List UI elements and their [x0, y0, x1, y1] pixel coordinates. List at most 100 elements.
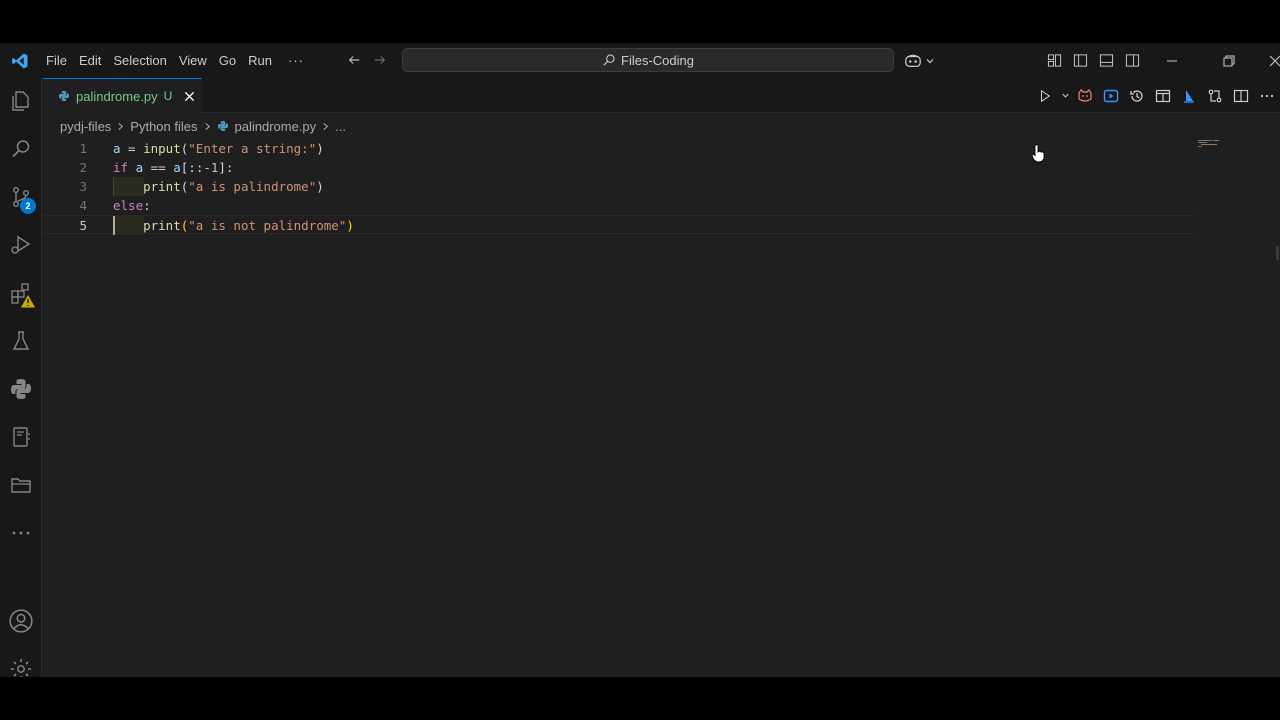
- code-line[interactable]: 1 a = input("Enter a string:"): [43, 139, 1193, 158]
- timeline-history-icon[interactable]: [1124, 83, 1150, 109]
- run-debug-icon[interactable]: [0, 222, 42, 268]
- source-control-badge: 2: [20, 198, 36, 214]
- code-line[interactable]: 2 if a == a[::-1]:: [43, 158, 1193, 177]
- open-changes-icon[interactable]: [1150, 83, 1176, 109]
- restore-icon[interactable]: [1206, 48, 1252, 74]
- breadcrumb-file[interactable]: palindrome.py: [217, 118, 317, 134]
- code-token: ): [316, 141, 324, 156]
- menu-edit[interactable]: Edit: [73, 43, 107, 78]
- more-actions-icon[interactable]: [1254, 83, 1280, 109]
- search-icon[interactable]: [0, 126, 42, 172]
- forward-arrow-icon[interactable]: [367, 47, 393, 73]
- live-preview-icon[interactable]: [1098, 83, 1124, 109]
- line-number: 2: [79, 160, 87, 175]
- text-cursor: [113, 216, 115, 235]
- run-python-file-icon[interactable]: [1032, 83, 1058, 109]
- mouse-pointer-icon: [1031, 143, 1047, 168]
- search-icon: [603, 54, 615, 66]
- toggle-primary-sidebar-icon[interactable]: [1067, 48, 1093, 74]
- code-token: =: [120, 141, 144, 156]
- source-control-icon[interactable]: 2: [0, 174, 42, 220]
- testing-flask-icon[interactable]: [0, 318, 42, 364]
- title-bar: File Edit Selection View Go Run ··· File…: [0, 43, 1280, 78]
- toggle-secondary-sidebar-icon[interactable]: [1119, 48, 1145, 74]
- folder-icon[interactable]: [0, 462, 42, 508]
- chevron-right-icon: [116, 119, 125, 134]
- code-token: ): [316, 179, 324, 194]
- more-views-icon[interactable]: [0, 510, 42, 556]
- python-file-icon: [217, 121, 228, 131]
- menu-more-button[interactable]: ···: [278, 53, 314, 68]
- code-token: a: [135, 160, 144, 175]
- back-arrow-icon[interactable]: [341, 47, 367, 73]
- minimize-icon[interactable]: [1158, 48, 1186, 74]
- python-icon[interactable]: [0, 366, 42, 412]
- code-token: "a is not palindrome": [188, 218, 347, 233]
- code-token: if: [113, 160, 129, 175]
- command-center-search[interactable]: Files-Coding: [402, 48, 894, 72]
- vscode-window: File Edit Selection View Go Run ··· File…: [0, 43, 1280, 677]
- code-editor[interactable]: 1 a = input("Enter a string:") 2 if a == a[…: [43, 136, 1280, 677]
- menu-run[interactable]: Run: [242, 43, 278, 78]
- minimap[interactable]: [1197, 136, 1237, 147]
- menu-file[interactable]: File: [40, 43, 73, 78]
- compare-changes-icon[interactable]: [1202, 83, 1228, 109]
- copilot-menu[interactable]: [904, 43, 935, 78]
- code-token: print: [143, 179, 181, 194]
- line-number: 1: [79, 141, 87, 156]
- line-number: 4: [79, 198, 87, 213]
- code-token: "Enter a string:": [188, 141, 317, 156]
- code-token: a: [173, 160, 181, 175]
- breadcrumb-folder[interactable]: Python files: [130, 119, 197, 134]
- code-text: print("a is palindrome"): [113, 177, 324, 196]
- vertical-scrollbar[interactable]: [1266, 136, 1280, 677]
- extensions-icon[interactable]: [0, 270, 42, 316]
- code-token: print: [143, 218, 181, 233]
- code-token: ): [346, 218, 354, 233]
- line-number: 5: [79, 218, 87, 233]
- customize-layout-icon[interactable]: [1041, 48, 1067, 74]
- close-tab-icon[interactable]: [181, 88, 197, 104]
- code-text: a = input("Enter a string:"): [113, 139, 324, 158]
- code-text: if a == a[::-1]:: [113, 158, 233, 177]
- code-line[interactable]: 5 print("a is not palindrome"): [43, 215, 1193, 235]
- python-file-icon: [58, 90, 70, 102]
- explorer-icon[interactable]: [0, 78, 42, 124]
- code-token: -1: [203, 160, 219, 175]
- code-token: ]:: [218, 160, 234, 175]
- untracked-status: U: [163, 89, 173, 103]
- chevron-right-icon: [203, 119, 212, 134]
- run-options-chevron-icon[interactable]: [1058, 83, 1072, 109]
- command-center-label: Files-Coding: [621, 52, 694, 68]
- notebook-icon[interactable]: [0, 414, 42, 460]
- code-token: input: [143, 141, 181, 156]
- line-number: 3: [79, 179, 87, 194]
- breadcrumb-file-label: palindrome.py: [234, 118, 317, 134]
- accounts-icon[interactable]: [0, 598, 42, 644]
- menu-bar: File Edit Selection View Go Run ···: [40, 43, 314, 78]
- code-line[interactable]: 4 else:: [43, 196, 1193, 215]
- extension-cat-icon[interactable]: [1072, 83, 1098, 109]
- breadcrumb-root[interactable]: pydj-files: [60, 119, 111, 134]
- sail-icon[interactable]: [1176, 83, 1202, 109]
- menu-go[interactable]: Go: [213, 43, 242, 78]
- code-token: else: [113, 198, 144, 213]
- close-window-icon[interactable]: [1252, 48, 1280, 74]
- activity-bar: 2: [0, 78, 42, 677]
- split-editor-icon[interactable]: [1228, 83, 1254, 109]
- settings-gear-icon[interactable]: [0, 646, 42, 677]
- code-token: a: [113, 141, 121, 156]
- editor-actions: [1032, 78, 1280, 113]
- menu-selection[interactable]: Selection: [107, 43, 172, 78]
- code-line[interactable]: 3 print("a is palindrome"): [43, 177, 1193, 196]
- code-token: "a is palindrome": [188, 179, 317, 194]
- menu-view[interactable]: View: [173, 43, 213, 78]
- tab-filename: palindrome.py: [76, 88, 158, 104]
- copilot-icon: [904, 53, 922, 69]
- breadcrumb-more[interactable]: ...: [335, 119, 346, 134]
- toggle-panel-icon[interactable]: [1093, 48, 1119, 74]
- tab-palindrome-py[interactable]: palindrome.py U: [43, 78, 202, 113]
